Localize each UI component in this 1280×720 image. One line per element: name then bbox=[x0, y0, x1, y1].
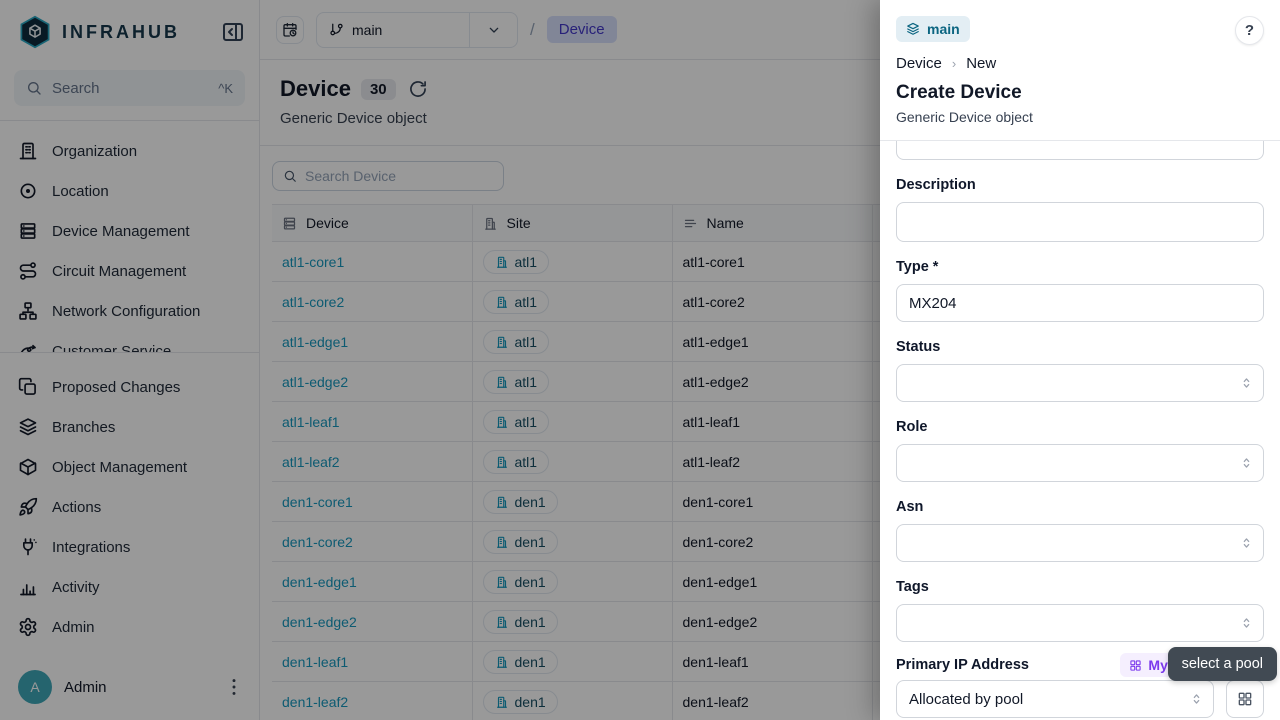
description-input[interactable] bbox=[896, 202, 1264, 242]
grid-icon bbox=[1129, 659, 1142, 672]
grid-icon bbox=[1237, 691, 1253, 707]
asn-select[interactable] bbox=[896, 524, 1264, 562]
layers-icon bbox=[906, 22, 920, 36]
stepper-icon bbox=[1239, 376, 1254, 391]
status-label: Status bbox=[896, 338, 1264, 356]
tags-label: Tags bbox=[896, 578, 1264, 596]
description-label: Description bbox=[896, 176, 1264, 194]
create-device-drawer: main ? Device › New Create Device Generi… bbox=[880, 0, 1280, 720]
breadcrumb-new: New bbox=[966, 55, 996, 72]
role-select[interactable] bbox=[896, 444, 1264, 482]
stepper-icon bbox=[1239, 616, 1254, 631]
branch-badge[interactable]: main bbox=[896, 16, 970, 42]
stepper-icon bbox=[1239, 536, 1254, 551]
type-input[interactable]: MX204 bbox=[896, 284, 1264, 322]
create-device-form: Description Type * MX204 Status Role Asn… bbox=[880, 141, 1280, 720]
breadcrumb-device[interactable]: Device bbox=[896, 55, 942, 72]
stepper-icon bbox=[1189, 692, 1204, 707]
status-select[interactable] bbox=[896, 364, 1264, 402]
pool-select[interactable]: Allocated by pool bbox=[896, 680, 1214, 718]
tags-select[interactable] bbox=[896, 604, 1264, 642]
asn-label: Asn bbox=[896, 498, 1264, 516]
clipped-field[interactable] bbox=[896, 141, 1264, 160]
branch-badge-label: main bbox=[927, 21, 960, 37]
type-value: MX204 bbox=[909, 295, 957, 312]
drawer-subtitle: Generic Device object bbox=[896, 109, 1264, 125]
select-pool-button[interactable] bbox=[1226, 680, 1264, 718]
drawer-title: Create Device bbox=[896, 82, 1264, 104]
pool-row: Allocated by pool bbox=[896, 680, 1264, 718]
role-label: Role bbox=[896, 418, 1264, 436]
stepper-icon bbox=[1239, 456, 1254, 471]
select-pool-tooltip: select a pool bbox=[1168, 647, 1277, 681]
chevron-right-icon: › bbox=[952, 56, 956, 71]
help-button[interactable]: ? bbox=[1235, 16, 1264, 45]
primary-ip-label: Primary IP Address bbox=[896, 656, 1029, 674]
type-label: Type * bbox=[896, 258, 1264, 276]
pool-select-value: Allocated by pool bbox=[909, 691, 1023, 708]
drawer-breadcrumb: Device › New bbox=[896, 55, 1264, 72]
drawer-header: main ? Device › New Create Device Generi… bbox=[880, 0, 1280, 141]
